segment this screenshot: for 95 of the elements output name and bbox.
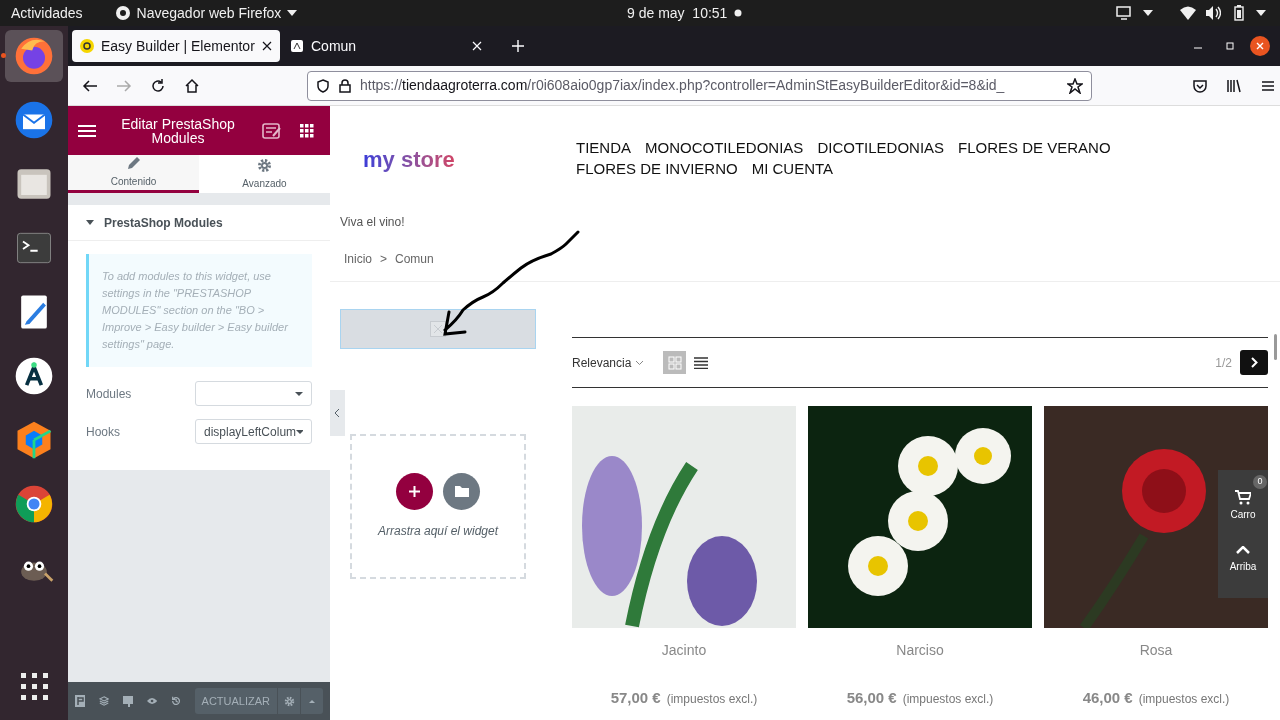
new-tab-icon[interactable] — [512, 40, 524, 52]
favicon-icon — [80, 39, 94, 53]
library-icon[interactable] — [1226, 77, 1242, 94]
back-icon[interactable] — [82, 77, 98, 94]
store-tagline: Viva el vino! — [339, 214, 406, 230]
broken-image-icon — [430, 321, 446, 337]
sort-dropdown[interactable]: Relevancia — [572, 353, 644, 372]
info-notice: To add modules to this widget, use settings in the "PRESTASHOP MODULES" section on the "BO > Improve > Easy builder > Easy builder settings" page. — [86, 254, 312, 367]
url-field[interactable]: https://tiendaagroterra.com/r0i608aio0gp7iax/index.php?controller=AdminStEasyBuilderEditor&id=8&id_ — [307, 70, 1092, 101]
browser-tab[interactable]: Comun — [282, 30, 490, 62]
layers-icon[interactable] — [99, 695, 110, 707]
notification-dot-icon — [734, 9, 742, 17]
reload-icon[interactable] — [150, 77, 166, 94]
tax-note: (impuestos excl.) — [1138, 691, 1230, 708]
lock-icon[interactable] — [338, 78, 352, 93]
cart-count-badge: 0 — [1253, 475, 1267, 489]
caret-icon — [309, 699, 315, 703]
product-name[interactable]: Narciso — [896, 640, 944, 656]
apps-grid-icon[interactable] — [300, 123, 314, 138]
browser-tab[interactable]: Easy Builder | Elementor — [72, 30, 280, 62]
clock[interactable]: 9 de may 10:51 — [627, 2, 728, 24]
panel-title: Editar PrestaShop Modules — [120, 116, 236, 145]
field-label: Modules — [86, 385, 132, 403]
plus-icon — [409, 486, 420, 497]
panel-tab[interactable]: Contenido — [68, 155, 199, 193]
dropzone-hint: Arrastra aquí el widget — [377, 523, 499, 540]
shield-icon[interactable] — [316, 78, 330, 93]
menu-link[interactable]: FLORES DE VERANO — [958, 137, 1111, 158]
widget-dropzone[interactable]: Arrastra aquí el widget — [350, 434, 526, 579]
app-grid-icon[interactable] — [20, 672, 48, 700]
page-indicator: 1/2 — [1215, 354, 1232, 372]
breadcrumb-separator: > — [380, 251, 388, 268]
pocket-icon[interactable] — [1192, 77, 1208, 94]
product-name[interactable]: Jacinto — [661, 640, 707, 656]
product-price: 57,00 € — [610, 688, 661, 708]
photo-placeholder[interactable] — [808, 406, 1032, 628]
scrollbar-thumb[interactable] — [1274, 334, 1277, 360]
folder-icon — [454, 486, 469, 497]
chevron-right-icon — [1250, 357, 1258, 368]
volume-icon[interactable] — [1205, 6, 1221, 20]
activities-button[interactable]: Actividades — [11, 2, 83, 24]
caret-icon — [86, 220, 94, 225]
tab-title: Easy Builder | Elementor — [101, 36, 255, 56]
product-price: 46,00 € — [1082, 688, 1133, 708]
bookmark-star-icon[interactable] — [1067, 77, 1083, 94]
chevron-down-icon — [636, 360, 644, 365]
desktop-icon[interactable] — [123, 695, 134, 707]
product-name[interactable]: Rosa — [1139, 640, 1173, 656]
cart-icon — [1235, 490, 1251, 505]
next-page-button[interactable] — [1240, 350, 1268, 375]
caret-icon — [295, 391, 303, 396]
menu-link[interactable]: FLORES DE INVIERNO — [576, 158, 738, 179]
add-template-button[interactable] — [443, 473, 480, 510]
app-icon — [114, 5, 131, 21]
field-label: Hooks — [86, 423, 120, 441]
tab-title: Comun — [311, 36, 358, 56]
close-icon[interactable] — [1250, 36, 1270, 56]
select-field[interactable] — [195, 381, 312, 406]
select-field[interactable]: displayLeftColum — [195, 419, 312, 444]
menu-link[interactable]: MI CUENTA — [751, 158, 834, 179]
caret-icon — [296, 429, 303, 434]
list-icon — [693, 356, 708, 369]
flag-icon[interactable] — [75, 695, 86, 707]
caret-icon[interactable] — [1256, 10, 1266, 16]
menu-icon[interactable] — [78, 123, 96, 138]
caret-icon[interactable] — [287, 10, 298, 16]
settings-button[interactable] — [278, 688, 300, 714]
breadcrumb-link[interactable]: Inicio — [344, 250, 372, 264]
battery-icon[interactable] — [1234, 5, 1244, 21]
close-icon[interactable] — [262, 41, 272, 51]
grid-icon — [667, 355, 682, 370]
tax-note: (impuestos excl.) — [666, 691, 758, 708]
menu-link[interactable]: TIENDA — [576, 137, 631, 158]
menu-link[interactable]: DICOTILEDONIAS — [817, 137, 945, 158]
favicon-icon — [290, 39, 304, 53]
gear-icon — [257, 157, 272, 173]
site-settings-icon[interactable] — [262, 121, 282, 140]
cart-button[interactable]: Carro — [1225, 490, 1261, 522]
gear-icon — [283, 695, 295, 707]
screen-icon[interactable] — [1116, 6, 1132, 20]
history-icon[interactable] — [171, 695, 182, 707]
maximize-icon[interactable] — [1226, 42, 1234, 50]
menu-link[interactable]: MONOCOTILEDONIAS — [645, 137, 804, 158]
breadcrumb-link[interactable]: Comun — [395, 250, 434, 264]
add-section-button[interactable] — [396, 473, 433, 510]
caret-icon[interactable] — [1143, 10, 1153, 16]
product-price: 56,00 € — [846, 688, 897, 708]
wifi-icon[interactable] — [1180, 6, 1196, 20]
chevron-up-icon — [1236, 546, 1250, 554]
eye-icon[interactable] — [147, 697, 158, 705]
home-icon[interactable] — [184, 77, 200, 94]
tax-note: (impuestos excl.) — [902, 691, 994, 708]
back-to-top-button[interactable]: Arriba — [1218, 546, 1268, 574]
app-menu[interactable]: Navegador web Firefox — [114, 2, 298, 24]
panel-collapse-handle[interactable] — [330, 390, 345, 436]
